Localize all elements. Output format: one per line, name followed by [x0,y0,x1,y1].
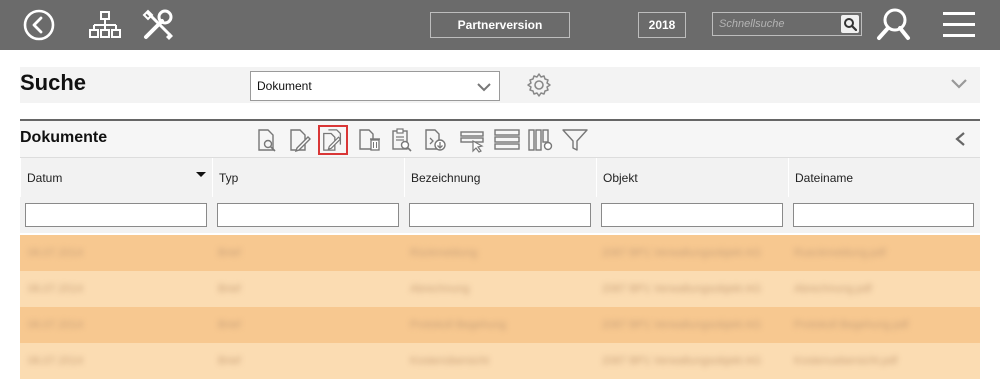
copy-document-icon[interactable] [318,125,348,155]
cell-dateiname: Kostenuebersicht.pdf [794,355,898,367]
page-title: Suche [20,70,87,95]
column-label: Typ [219,171,239,185]
sitemap-icon[interactable] [88,9,122,43]
table-row[interactable]: 06.07.2014 Brief Rückmeldung 2087 BP1 Ve… [20,235,980,271]
cell-bezeichnung: Abrechnung [410,283,470,295]
cell-dateiname: Protokoll Begehung.pdf [794,319,909,331]
cell-objekt: 2087 BP1 Verwaltungsobjekt AG [602,355,761,367]
chevron-left-icon[interactable] [954,131,966,152]
column-label: Bezeichnung [411,171,481,185]
sort-descending-icon[interactable] [196,172,206,177]
section-title: Dokumente [20,129,108,146]
cell-objekt: 2087 BP1 Verwaltungsobjekt AG [602,319,761,331]
delete-document-icon[interactable] [354,125,384,155]
document-details-icon[interactable] [386,125,416,155]
column-header-bezeichnung[interactable]: Bezeichnung [404,158,596,198]
chevron-down-icon[interactable] [950,77,968,96]
view-document-icon[interactable] [252,125,282,155]
tools-icon[interactable] [140,7,176,43]
cell-datum: 06.07.2014 [28,355,84,367]
cell-objekt: 2087 BP1 Verwaltungsobjekt AG [602,247,761,259]
cell-typ: Brief [218,319,241,331]
column-label: Dateiname [795,171,854,185]
table-row[interactable]: 06.07.2014 Brief Protokoll Begehung 2087… [20,307,980,343]
gear-icon[interactable] [526,72,552,103]
column-header-objekt[interactable]: Objekt [596,158,788,198]
table-row[interactable]: 06.07.2014 Brief Kostenübersicht 2087 BP… [20,343,980,379]
table-row[interactable]: 06.07.2014 Brief Abrechnung 2087 BP1 Ver… [20,271,980,307]
cell-dateiname: Rueckmeldung.pdf [794,247,886,259]
edit-document-icon[interactable] [284,125,314,155]
column-header-datum[interactable]: Datum [20,158,212,198]
column-label: Objekt [603,171,638,185]
cell-datum: 06.07.2014 [28,319,84,331]
search-type-value: Dokument [257,79,312,93]
hamburger-menu-icon[interactable] [940,8,978,42]
filter-dateiname-input[interactable] [793,203,974,227]
back-circle-icon[interactable] [22,8,56,42]
quick-search-box [712,12,862,36]
filter-funnel-icon[interactable] [560,125,590,155]
cell-objekt: 2087 BP1 Verwaltungsobjekt AG [602,283,761,295]
search-header: Suche Dokument [20,67,980,103]
filter-typ-input[interactable] [217,203,399,227]
table-header: Datum Typ Bezeichnung Objekt Dateiname [20,157,980,198]
cell-dateiname: Abrechnung.pdf [794,283,872,295]
filter-objekt-input[interactable] [601,203,783,227]
top-bar: Partnerversion 2018 [0,0,1000,50]
filter-select-icon[interactable] [458,125,488,155]
cell-typ: Brief [218,355,241,367]
download-document-icon[interactable] [420,125,450,155]
filter-datum-input[interactable] [25,203,207,227]
documents-header: Dokumente [20,121,980,157]
filter-bezeichnung-input[interactable] [409,203,591,227]
chevron-down-icon [477,80,491,98]
cell-typ: Brief [218,247,241,259]
year-button[interactable]: 2018 [638,12,686,38]
cell-bezeichnung: Rückmeldung [410,247,478,259]
partnerversion-button[interactable]: Partnerversion [430,12,570,38]
column-header-typ[interactable]: Typ [212,158,404,198]
list-rows-icon[interactable] [492,125,522,155]
cell-bezeichnung: Kostenübersicht [410,355,489,367]
column-header-dateiname[interactable]: Dateiname [788,158,980,198]
quick-search-input[interactable] [713,13,837,35]
cell-typ: Brief [218,283,241,295]
cell-bezeichnung: Protokoll Begehung [410,319,507,331]
search-large-icon[interactable] [874,6,914,44]
filter-row [20,197,980,233]
columns-settings-icon[interactable] [526,125,556,155]
search-type-select[interactable]: Dokument [250,71,500,101]
column-label: Datum [27,171,63,185]
cell-datum: 06.07.2014 [28,283,84,295]
cell-datum: 06.07.2014 [28,247,84,259]
magnifier-icon[interactable] [841,15,859,33]
